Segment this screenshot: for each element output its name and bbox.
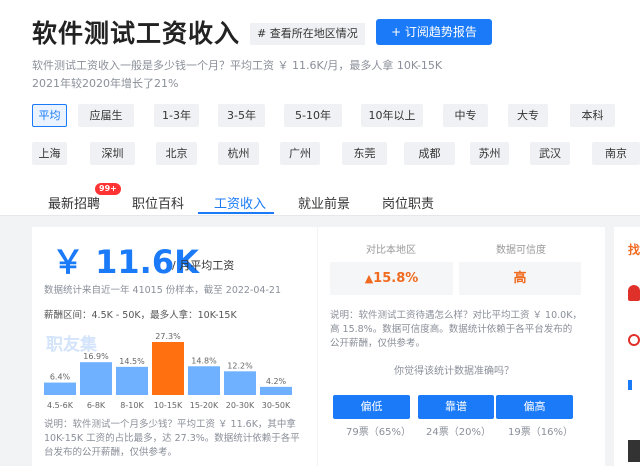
x-tick-label: 30-50K bbox=[262, 401, 291, 410]
city-chip[interactable]: 深圳 bbox=[90, 142, 135, 165]
experience-chip[interactable]: 10年以上 bbox=[361, 104, 423, 127]
experience-chip[interactable]: 中专 bbox=[443, 104, 488, 127]
trust-label: 数据可信度 bbox=[496, 245, 546, 256]
bar-value-label: 12.2% bbox=[227, 361, 253, 370]
chart-bar bbox=[260, 386, 292, 395]
tab-job-wiki[interactable]: 职位百科 bbox=[132, 193, 184, 212]
bar-value-label: 4.2% bbox=[266, 377, 287, 386]
bar-value-label: 14.5% bbox=[119, 357, 145, 366]
salary-footnote-3: 台发布的公开薪酬，仅供参考。 bbox=[44, 447, 178, 458]
region-tag-link[interactable]: # 查看所在地区情况 bbox=[250, 23, 365, 45]
subscribe-report-button[interactable]: + 订阅趋势报告 bbox=[376, 19, 492, 45]
chart-bar bbox=[44, 382, 76, 395]
x-tick-label: 10-15K bbox=[154, 401, 183, 410]
bar-value-label: 14.8% bbox=[191, 356, 217, 365]
compare-region-value: ▲15.8% bbox=[330, 262, 453, 295]
compare-card: 对比本地区 数据可信度 ▲15.8% 高 说明：软件测试工资待遇怎么样？对比平均… bbox=[318, 227, 605, 466]
vote-reliable-button[interactable]: 靠谱 bbox=[418, 395, 494, 419]
bar-value-label: 27.3% bbox=[155, 332, 181, 341]
x-tick-label: 15-20K bbox=[190, 401, 219, 410]
city-chip[interactable]: 东莞 bbox=[342, 142, 387, 165]
tab-salary[interactable]: 工资收入 bbox=[214, 193, 266, 212]
compare-note-1: 说明：软件测试工资待遇怎么样？对比平均工资 ￥ 10.0K， bbox=[330, 310, 582, 321]
city-chip[interactable]: 成都 bbox=[404, 142, 455, 165]
salary-card: ￥ 11.6K / 月平均工资 数据统计来自近一年 41015 份样本，截至 2… bbox=[32, 227, 317, 466]
chart-bar bbox=[152, 342, 184, 395]
tab-duties[interactable]: 岗位职责 bbox=[382, 193, 434, 212]
city-chip[interactable]: 北京 bbox=[156, 142, 197, 165]
x-tick-label: 4.5-6K bbox=[47, 401, 74, 410]
bar-value-label: 6.4% bbox=[50, 373, 71, 382]
company-logo-icon[interactable] bbox=[628, 285, 640, 301]
salary-distribution-chart: 6.4% 4.5-6K 16.9% 6-8K 14.5% 8-10K 27.3% 10-15K… bbox=[44, 332, 292, 410]
compare-note-3: 公开薪酬，仅供参考。 bbox=[330, 338, 426, 349]
bar-value-label: 16.9% bbox=[83, 352, 109, 361]
compare-region-label: 对比本地区 bbox=[366, 245, 416, 256]
hot-badge: 99+ bbox=[95, 183, 121, 195]
experience-chip[interactable]: 3-5年 bbox=[218, 104, 265, 127]
salary-page: 软件测试工资收入 # 查看所在地区情况 + 订阅趋势报告 软件测试工资收入一般是… bbox=[0, 0, 640, 466]
company-logo-icon[interactable] bbox=[628, 334, 640, 346]
vote-low-button[interactable]: 偏低 bbox=[333, 395, 410, 419]
trust-value: 高 bbox=[459, 262, 581, 295]
x-tick-label: 6-8K bbox=[87, 401, 106, 410]
summary-line-1: 软件测试工资收入一般是多少钱一个月？平均工资 ￥ 11.6K/月，最多人拿 10… bbox=[32, 59, 443, 72]
city-chip[interactable]: 上海 bbox=[32, 142, 67, 165]
active-tab-indicator bbox=[198, 212, 274, 214]
experience-chip[interactable]: 1-3年 bbox=[154, 104, 199, 127]
tab-prospects[interactable]: 就业前景 bbox=[298, 193, 350, 212]
chart-bar bbox=[188, 366, 220, 395]
per-month-label: / 月平均工资 bbox=[172, 259, 235, 272]
city-chip[interactable]: 广州 bbox=[280, 142, 320, 165]
up-arrow-icon: ▲ bbox=[364, 272, 374, 285]
salary-footnote-2: 10K-15K 工资的占比最多，达 27.3%。数据统计依赖于各平 bbox=[44, 433, 300, 444]
side-card-title: 找 bbox=[628, 243, 640, 257]
experience-chip[interactable]: 大专 bbox=[508, 104, 548, 127]
vote-reliable-count: 24票（20%） bbox=[426, 427, 491, 438]
company-logo-icon[interactable] bbox=[628, 440, 640, 462]
chart-bar bbox=[116, 366, 148, 395]
experience-chip[interactable]: 本科 bbox=[570, 104, 615, 127]
side-card bbox=[614, 227, 640, 466]
experience-chip[interactable]: 5-10年 bbox=[284, 104, 342, 127]
chart-bar bbox=[224, 371, 256, 395]
chart-bar bbox=[80, 362, 112, 395]
summary-line-2: 2021年较2020年增长了21% bbox=[32, 77, 179, 90]
salary-footnote-1: 说明：软件测试一个月多少钱？平均工资 ￥ 11.6K，其中拿 bbox=[44, 419, 296, 430]
experience-chip[interactable]: 应届生 bbox=[78, 104, 134, 127]
experience-chip[interactable]: 平均 bbox=[32, 104, 67, 127]
x-tick-label: 8-10K bbox=[120, 401, 144, 410]
city-chip[interactable]: 苏州 bbox=[470, 142, 509, 165]
tab-latest-jobs[interactable]: 最新招聘 bbox=[48, 193, 100, 212]
city-chip[interactable]: 南京 bbox=[592, 142, 640, 165]
x-tick-label: 20-30K bbox=[226, 401, 255, 410]
vote-low-count: 79票（65%） bbox=[346, 427, 411, 438]
vote-high-button[interactable]: 偏高 bbox=[496, 395, 573, 419]
compare-note-2: 高 15.8%。数据可信度高。数据统计依赖于各平台发布的 bbox=[330, 324, 573, 335]
city-chip[interactable]: 杭州 bbox=[218, 142, 259, 165]
page-title: 软件测试工资收入 bbox=[32, 19, 241, 48]
city-chip[interactable]: 武汉 bbox=[530, 142, 570, 165]
salary-range: 薪酬区间：4.5K - 50K，最多人拿：10K-15K bbox=[44, 310, 237, 321]
sample-note: 数据统计来自近一年 41015 份样本，截至 2022-04-21 bbox=[44, 285, 281, 296]
accuracy-question: 你觉得该统计数据准确吗？ bbox=[394, 366, 514, 377]
company-logo-icon[interactable] bbox=[628, 380, 632, 390]
vote-high-count: 19票（16%） bbox=[508, 427, 573, 438]
